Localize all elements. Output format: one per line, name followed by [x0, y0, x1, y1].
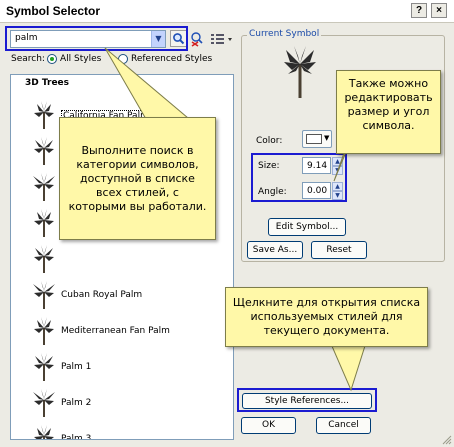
style-references-callout: Щелкните для открытия списка используемы… [225, 287, 428, 347]
search-callout-pointer [104, 47, 190, 127]
search-callout: Выполните поиск в категории символов, до… [59, 117, 216, 240]
size-callout: Также можно редактировать размер и угол … [336, 70, 441, 154]
